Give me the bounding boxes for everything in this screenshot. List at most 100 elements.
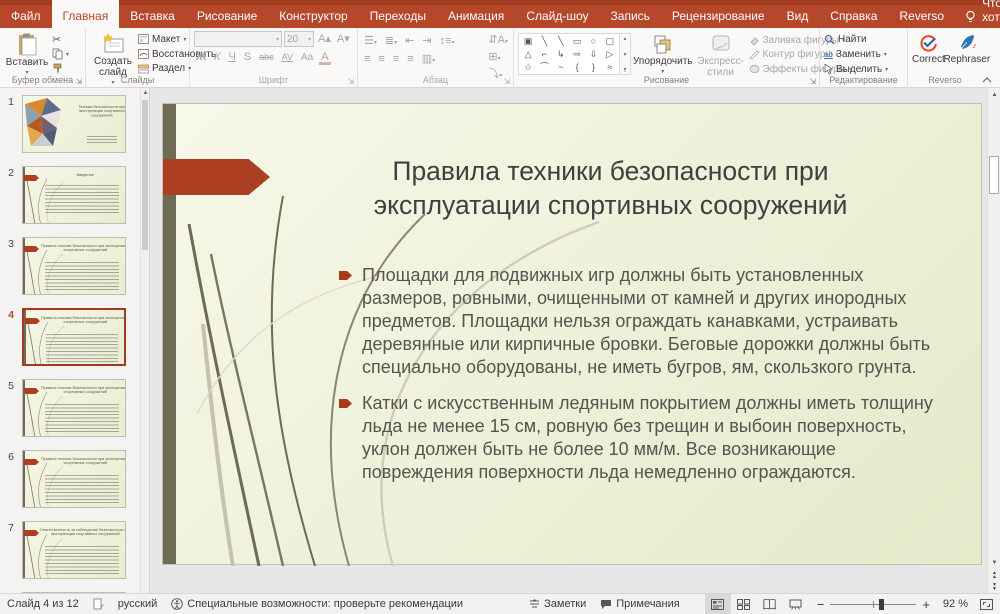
slide-title[interactable]: Правила техники безопасности при эксплуа… <box>258 154 963 222</box>
tab-slideshow[interactable]: Слайд-шоу <box>515 5 599 28</box>
shape-icon[interactable]: ╲ <box>542 35 547 47</box>
slide-thumbnail-1[interactable]: Техника безопасности при эксплуатации сп… <box>22 95 126 153</box>
accessibility-checker-button[interactable]: Специальные возможности: проверьте реком… <box>164 594 470 614</box>
comments-icon <box>600 599 612 610</box>
font-dialog-launcher[interactable]: ⇲ <box>346 77 356 87</box>
shape-icon[interactable]: ⇩ <box>590 48 598 60</box>
paragraph-dialog-launcher[interactable]: ⇲ <box>502 77 512 87</box>
gallery-more-icon[interactable]: ▾̱ <box>623 66 626 73</box>
tab-help[interactable]: Справка <box>819 5 888 28</box>
spell-check-icon <box>93 598 104 610</box>
tab-insert[interactable]: Вставка <box>119 5 186 28</box>
shape-icon[interactable]: ▷ <box>606 48 613 60</box>
slide-body-text[interactable]: Площадки для подвижных игр должны быть у… <box>339 264 939 497</box>
replace-button[interactable]: ab Заменить▾ <box>824 48 888 60</box>
paste-button[interactable]: Вставить ▾ <box>4 31 50 75</box>
zoom-in-button[interactable]: + <box>922 597 930 612</box>
slide-thumbnail-6[interactable]: Правила техники безопасности при эксплуа… <box>22 450 126 508</box>
scroll-down-icon[interactable]: ▼ <box>988 556 1000 569</box>
find-button[interactable]: Найти <box>824 33 888 45</box>
comments-toggle-button[interactable]: Примечания <box>593 594 687 614</box>
fit-to-window-button[interactable] <box>973 594 1000 614</box>
slide-canvas[interactable]: Правила техники безопасности при эксплуа… <box>162 103 982 565</box>
new-slide-button[interactable]: Создать слайд ▾ <box>90 31 136 75</box>
next-slide-button[interactable]: ▼▼ <box>988 581 1000 593</box>
slide-sorter-view-button[interactable] <box>731 594 757 614</box>
thumbnail-title: Правила техники безопасности при эксплуа… <box>37 244 126 252</box>
shape-icon[interactable]: ▣ <box>524 35 533 47</box>
slide-thumbnail-7[interactable]: Ответственность за соблюдение безопаснос… <box>22 521 126 579</box>
tab-review[interactable]: Рецензирование <box>661 5 776 28</box>
notes-toggle-button[interactable]: Заметки <box>522 594 593 614</box>
drawing-dialog-launcher[interactable]: ⇲ <box>808 77 818 87</box>
shape-icon[interactable]: ▭ <box>573 35 582 47</box>
thumbnail-scrollbar-thumb[interactable] <box>142 100 148 250</box>
tab-home[interactable]: Главная <box>52 0 120 28</box>
tab-reverso[interactable]: Reverso <box>888 5 955 28</box>
scroll-up-icon[interactable]: ▲ <box>988 88 1000 101</box>
tab-animations[interactable]: Анимация <box>437 5 515 28</box>
slide-thumbnail-5[interactable]: Правила техники безопасности при эксплуа… <box>22 379 126 437</box>
numbering-icon: ≣▾ <box>383 34 399 49</box>
tab-file[interactable]: Файл <box>0 5 52 28</box>
shape-icon[interactable]: ~ <box>558 61 563 73</box>
reverso-rephraser-button[interactable]: Rephraser <box>947 31 987 75</box>
thumbnail-scrollbar[interactable]: ▲ <box>140 88 149 593</box>
scroll-up-icon[interactable]: ▲ <box>141 88 150 98</box>
shape-icon[interactable]: ↳ <box>557 48 565 60</box>
slide-thumbnail-2[interactable]: Введение <box>22 166 126 224</box>
status-bar: Слайд 4 из 12 русский Специальные возмож… <box>0 593 1000 614</box>
shapes-gallery[interactable]: ▣ ╲ ╲ ▭ ○ ▢ △ ⌐ ↳ ⇨ ⇩ ▷ ☆ ⌒ ~ {} ≈ <box>518 33 620 75</box>
shape-outline-icon <box>749 50 760 60</box>
main-scrollbar[interactable]: ▲ ▼ ▲▲ ▼▼ <box>987 88 1000 593</box>
group-clipboard: Вставить ▾ ✂ ▾ Буфер обмена ⇲ <box>0 28 86 88</box>
format-painter-button[interactable] <box>52 63 69 76</box>
tab-design[interactable]: Конструктор <box>268 5 358 28</box>
reading-view-button[interactable] <box>757 594 783 614</box>
shape-icon[interactable]: ⌒ <box>540 61 549 73</box>
tab-draw[interactable]: Рисование <box>186 5 268 28</box>
tab-transitions[interactable]: Переходы <box>359 5 437 28</box>
shape-icon[interactable]: { <box>576 61 579 73</box>
normal-view-button[interactable] <box>705 594 731 614</box>
select-button[interactable]: Выделить▾ <box>824 63 888 75</box>
slide-thumbnail-4-selected[interactable]: Правила техники безопасности при эксплуа… <box>22 308 126 366</box>
zoom-slider-track[interactable] <box>830 604 916 605</box>
shape-icon[interactable]: ▢ <box>606 35 615 47</box>
zoom-out-button[interactable]: − <box>817 597 825 612</box>
tab-view[interactable]: Вид <box>776 5 820 28</box>
gallery-down-icon[interactable]: ▾ <box>623 51 626 58</box>
collapse-ribbon-icon[interactable] <box>982 77 992 83</box>
thumbnail-row: 3 Правила техники безопасности при экспл… <box>0 237 149 295</box>
slideshow-view-button[interactable] <box>783 594 809 614</box>
shape-icon[interactable]: ○ <box>591 35 596 47</box>
spell-check-button[interactable] <box>86 594 111 614</box>
shape-icon[interactable]: ≈ <box>607 61 612 73</box>
language-button[interactable]: русский <box>111 594 164 614</box>
zoom-percentage-button[interactable]: 92 % <box>938 594 973 614</box>
main-scrollbar-thumb[interactable] <box>989 156 999 194</box>
thumbnail-title: Правила техники безопасности при эксплуа… <box>37 386 126 394</box>
shape-icon[interactable]: ⇨ <box>573 48 581 60</box>
shape-icon[interactable]: } <box>592 61 595 73</box>
shape-icon[interactable]: ☆ <box>524 61 532 73</box>
shapes-gallery-scroll[interactable]: ▴ ▾ ▾̱ <box>620 33 631 75</box>
notes-icon <box>529 599 540 609</box>
slide-banner-arrow[interactable] <box>163 159 270 195</box>
copy-button[interactable]: ▾ <box>52 48 69 61</box>
justify-icon: ≡ <box>405 52 415 67</box>
tell-me-box[interactable]: Что вы хотите сделать? <box>955 5 1000 28</box>
character-spacing-button: AV <box>280 50 295 65</box>
reverso-correct-button[interactable]: Correct <box>912 31 945 75</box>
shape-icon[interactable]: ⌐ <box>542 48 547 60</box>
slide-thumbnail-3[interactable]: Правила техники безопасности при эксплуа… <box>22 237 126 295</box>
cut-button[interactable]: ✂ <box>52 33 69 46</box>
tab-record[interactable]: Запись <box>600 5 661 28</box>
clipboard-dialog-launcher[interactable]: ⇲ <box>74 77 84 87</box>
arrange-button[interactable]: Упорядочить ▾ <box>633 31 693 75</box>
shape-icon[interactable]: ╲ <box>558 35 563 47</box>
shape-icon[interactable]: △ <box>525 48 532 60</box>
gallery-up-icon[interactable]: ▴ <box>623 35 626 42</box>
previous-slide-button[interactable]: ▲▲ <box>988 569 1000 581</box>
zoom-slider-handle[interactable] <box>879 599 884 610</box>
